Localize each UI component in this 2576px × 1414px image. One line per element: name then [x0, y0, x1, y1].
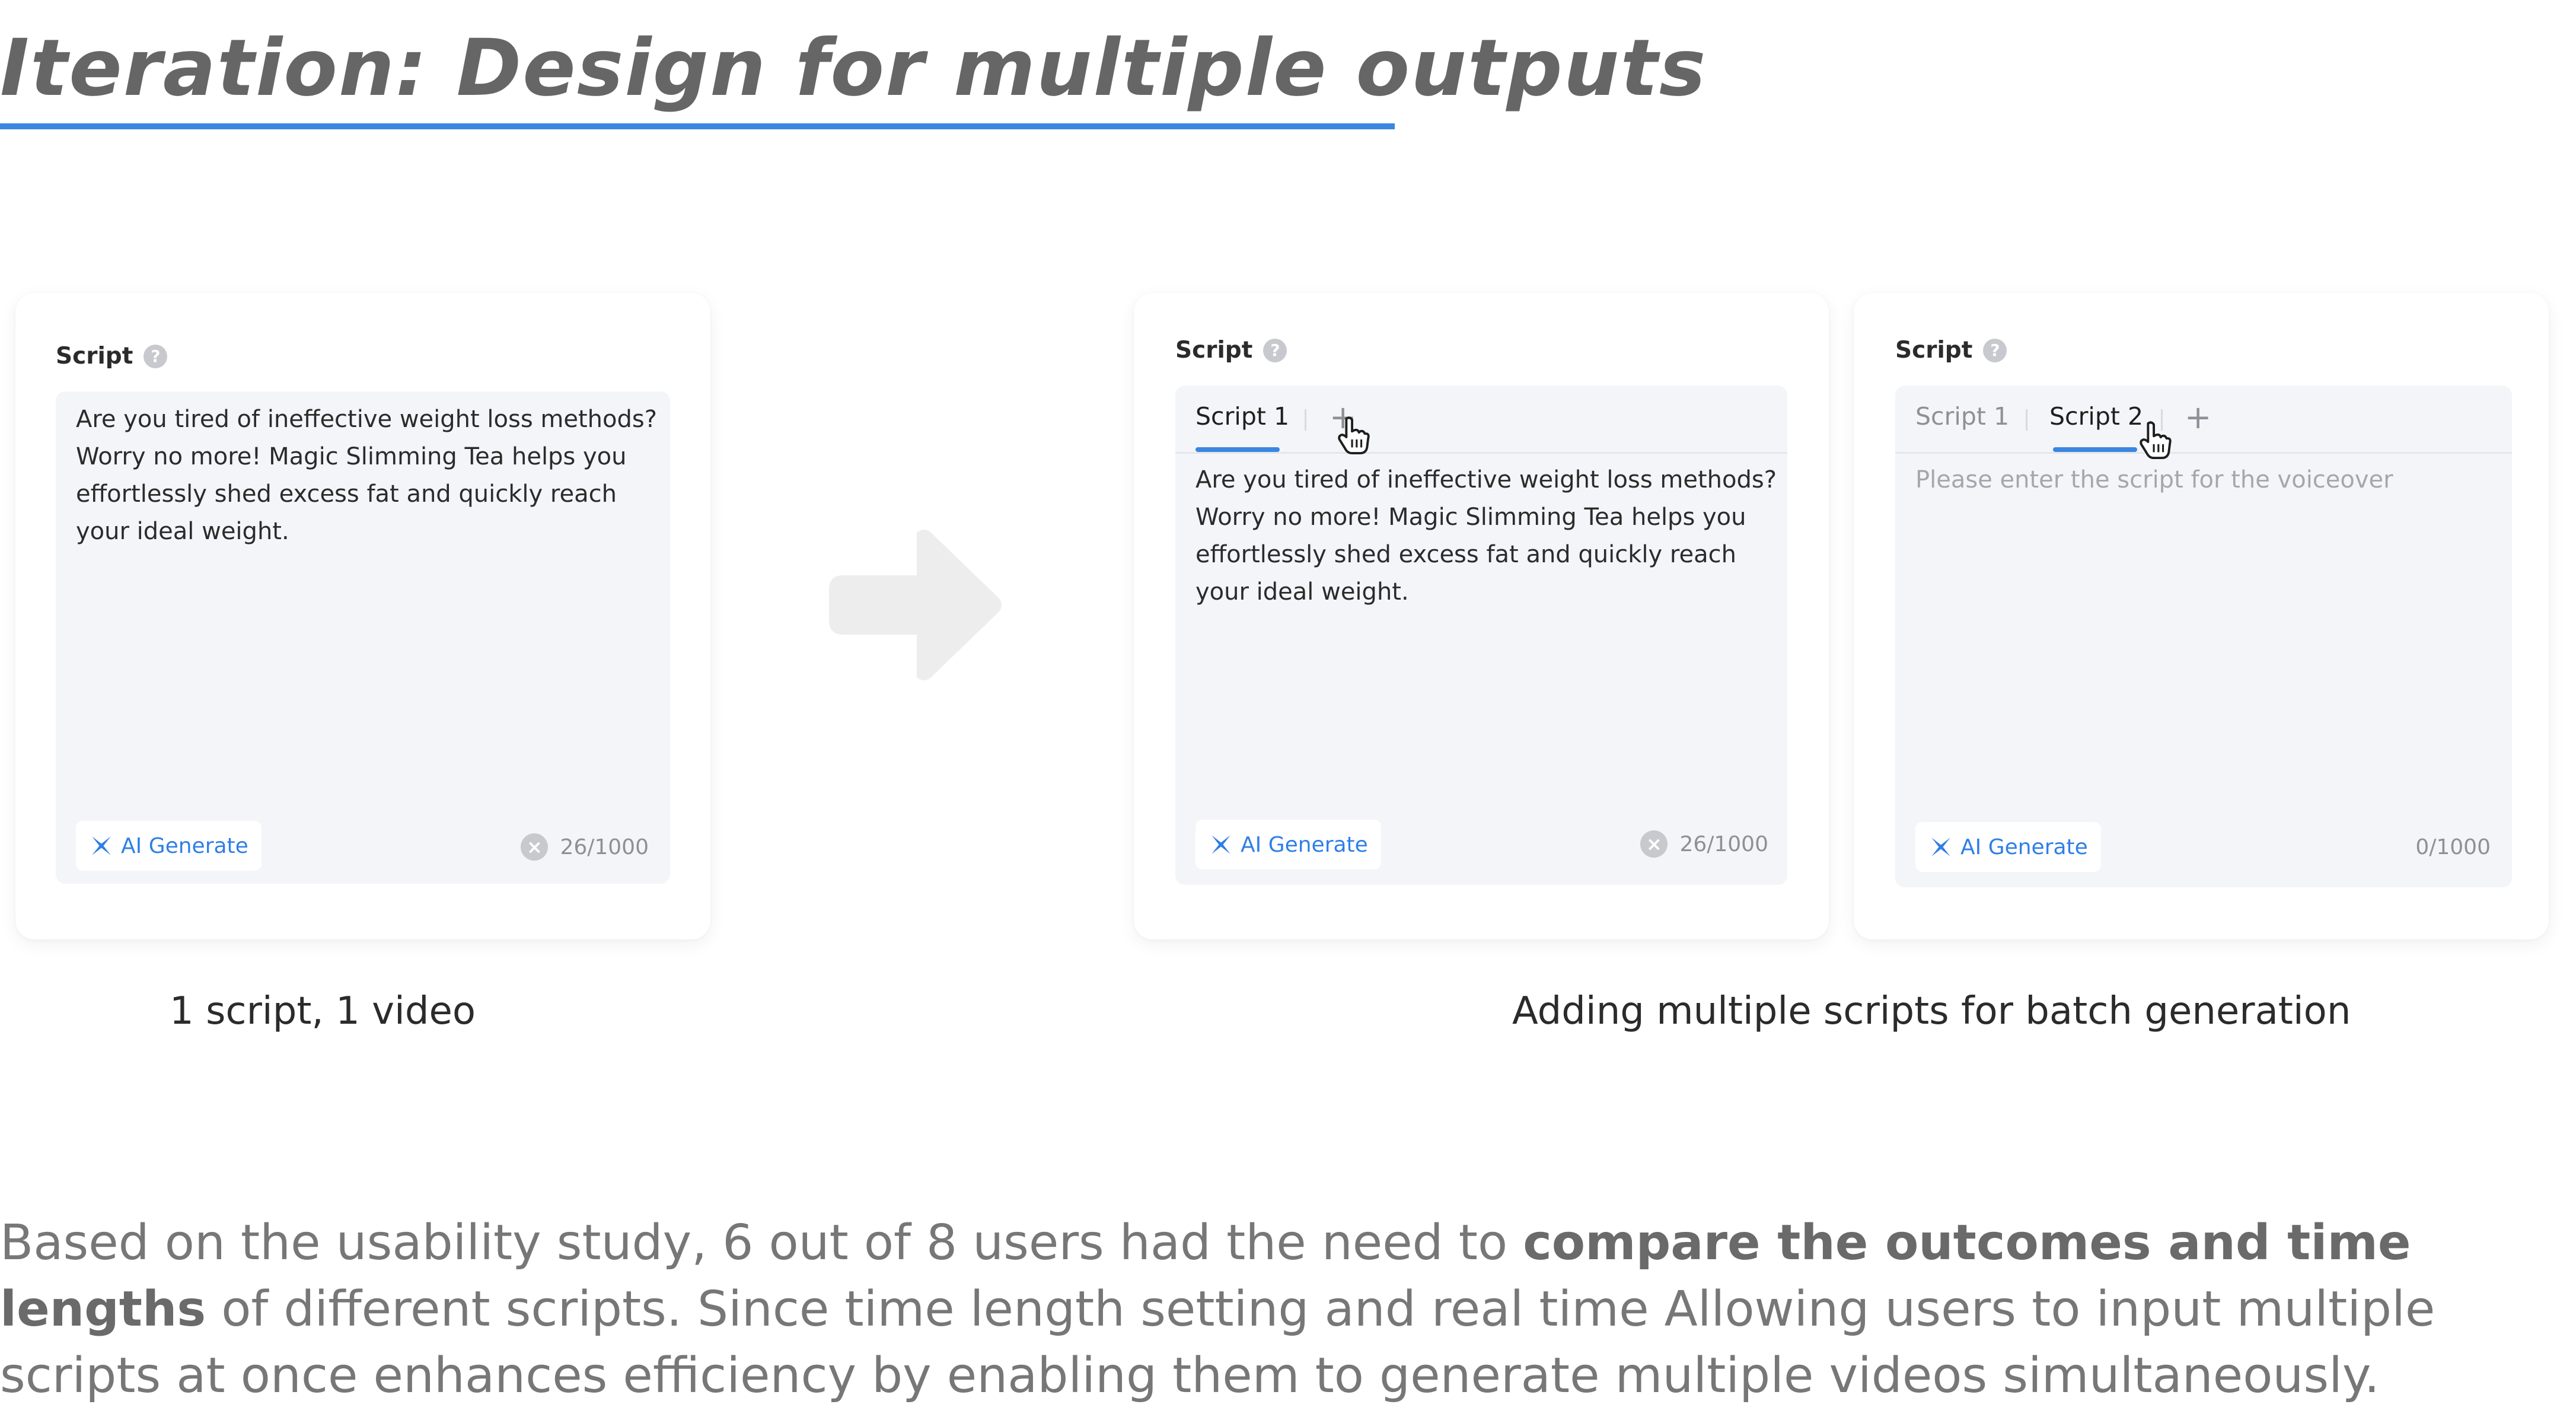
ai-generate-button[interactable]: AI Generate: [1195, 820, 1381, 870]
script-textarea[interactable]: Are you tired of ineffective weight loss…: [76, 401, 657, 550]
char-counter: × 26/1000: [1640, 830, 1768, 858]
char-counter-value: 26/1000: [1679, 832, 1768, 856]
ai-generate-button[interactable]: AI Generate: [1915, 822, 2101, 872]
tab-script-2[interactable]: Script 2: [2049, 399, 2143, 434]
tab-script-1[interactable]: Script 1: [1195, 399, 1289, 434]
ai-generate-label: AI Generate: [1960, 835, 2088, 859]
sparkle-icon: [1931, 837, 1950, 856]
question-circle-icon[interactable]: ?: [1263, 338, 1287, 362]
script-editor[interactable]: Script 1 + Are you tired of ineffective …: [1175, 386, 1787, 885]
ai-generate-label: AI Generate: [1241, 832, 1368, 857]
clear-icon[interactable]: ×: [1640, 830, 1668, 858]
title-underline: [0, 123, 1395, 129]
script-card-tabs-2: Script ? Script 1 Script 2 + Please ente…: [1854, 293, 2549, 940]
tab-script-1[interactable]: Script 1: [1915, 399, 2009, 434]
script-tabs: Script 1 Script 2 +: [1895, 386, 2512, 460]
hand-pointer-icon: [2140, 421, 2172, 460]
tab-divider: [1305, 409, 1306, 431]
script-header: Script ?: [56, 343, 168, 370]
script-header-label: Script: [56, 343, 133, 370]
script-editor[interactable]: Are you tired of ineffective weight loss…: [56, 391, 670, 884]
script-header: Script ?: [1175, 337, 1287, 364]
char-counter-value: 0/1000: [2415, 835, 2491, 859]
description-part-2: of different scripts. Since time length …: [0, 1281, 2435, 1404]
description-part-1: Based on the usability study, 6 out of 8…: [0, 1215, 1523, 1271]
description-paragraph: Based on the usability study, 6 out of 8…: [0, 1210, 2576, 1409]
script-header-label: Script: [1175, 337, 1253, 364]
hand-pointer-icon: [1338, 416, 1370, 455]
char-counter: × 26/1000: [521, 833, 649, 861]
sparkle-icon: [92, 836, 111, 855]
script-tabs: Script 1 +: [1175, 386, 1787, 455]
script-textarea-placeholder[interactable]: Please enter the script for the voiceove…: [1915, 461, 2497, 499]
right-arrow-icon: [829, 530, 1002, 680]
question-circle-icon[interactable]: ?: [144, 344, 168, 368]
clear-icon[interactable]: ×: [521, 833, 549, 861]
char-counter-value: 26/1000: [560, 835, 649, 859]
script-card-tabs-1: Script ? Script 1 + Are you tired of ine…: [1134, 293, 1829, 940]
page-title: Iteration: Design for multiple outputs: [0, 23, 1707, 114]
tab-divider: [2026, 409, 2027, 431]
caption-single: 1 script, 1 video: [170, 989, 476, 1033]
script-header: Script ?: [1895, 337, 2007, 364]
script-textarea[interactable]: Are you tired of ineffective weight loss…: [1195, 461, 1777, 611]
add-tab-button[interactable]: +: [2185, 401, 2211, 434]
script-header-label: Script: [1895, 337, 1973, 364]
active-tab-indicator: [2053, 447, 2137, 452]
char-counter: 0/1000: [2415, 835, 2491, 859]
script-card-single: Script ? Are you tired of ineffective we…: [15, 293, 710, 940]
caption-multiple: Adding multiple scripts for batch genera…: [1512, 989, 2351, 1033]
ai-generate-label: AI Generate: [121, 833, 248, 858]
sparkle-icon: [1212, 835, 1230, 854]
ai-generate-button[interactable]: AI Generate: [76, 821, 262, 871]
question-circle-icon[interactable]: ?: [1983, 338, 2007, 362]
active-tab-indicator: [1195, 447, 1280, 452]
script-editor[interactable]: Script 1 Script 2 + Please enter the scr…: [1895, 386, 2512, 887]
